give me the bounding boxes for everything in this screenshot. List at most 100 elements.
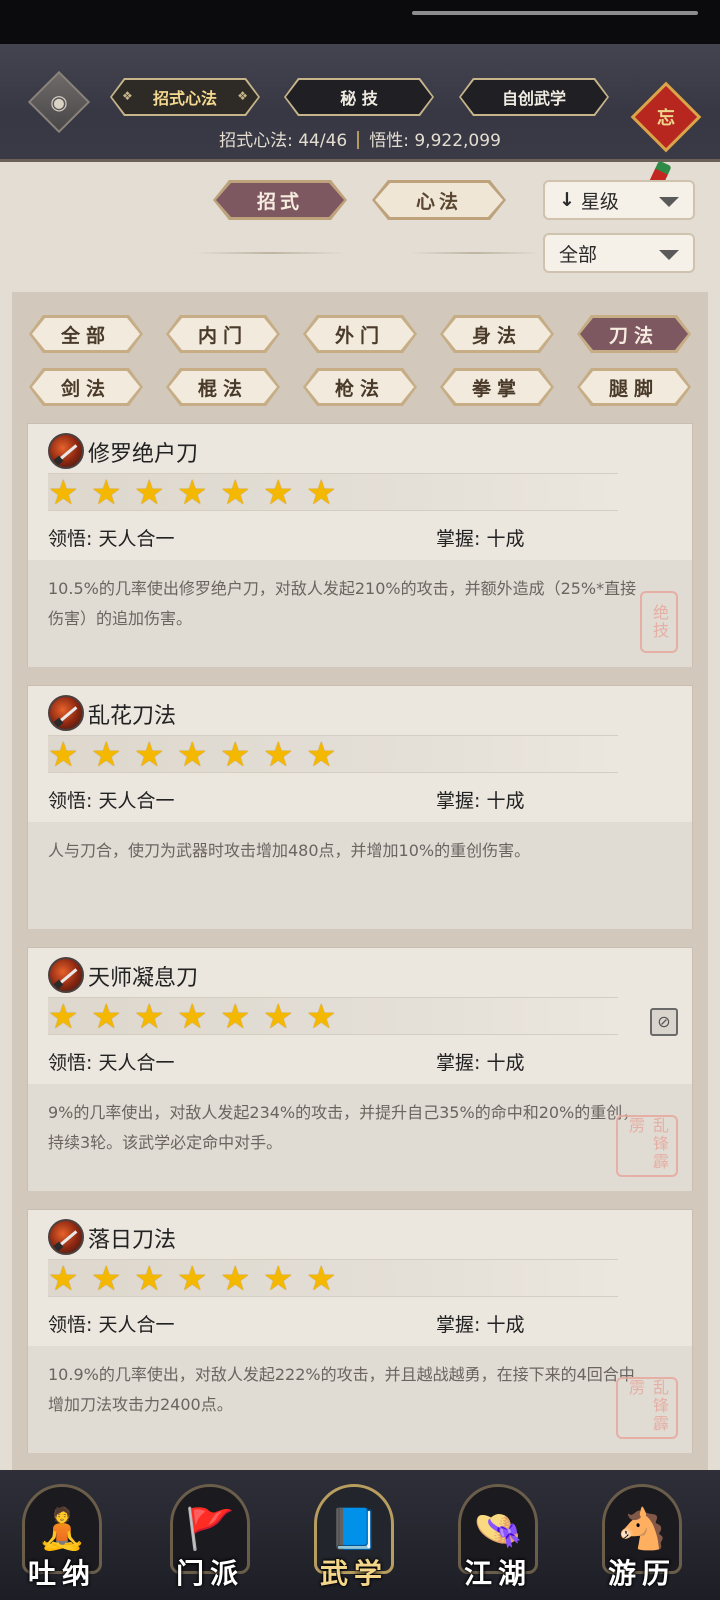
mastery-level: 掌握: 十成	[436, 790, 525, 812]
comprehension-level: 领悟: 天人合一	[48, 1314, 175, 1336]
star-icon: ★	[91, 735, 122, 775]
skill-name: 落日刀法	[88, 1228, 177, 1253]
nav-item[interactable]: 🧘 吐纳	[14, 1484, 110, 1594]
seal-stamp: 乱锋霹雳	[616, 1115, 678, 1177]
category-button[interactable]: 腿脚	[577, 368, 691, 406]
star-icon: ★	[48, 997, 79, 1037]
star-icon: ★	[91, 473, 122, 513]
nav-label: 游历	[607, 1557, 676, 1590]
star-icon: ★	[48, 473, 79, 513]
nav-label: 武学	[319, 1557, 388, 1590]
tab-secret-skills[interactable]: 秘 技	[284, 78, 434, 116]
status-pill	[412, 11, 698, 15]
tab-label: 自创武学	[501, 89, 566, 108]
subtab-moves[interactable]: 招式	[213, 180, 347, 220]
filter-value: 全部	[559, 243, 598, 266]
description-area: 9%的几率使出，对敌人发起234%的攻击，并提升自己35%的命中和20%的重创，…	[28, 1084, 692, 1191]
category-label: 枪法	[334, 377, 385, 400]
category-label: 剑法	[60, 377, 111, 400]
skill-card[interactable]: 乱花刀法 ★ ★ ★ ★ ★ ★ ★ 领悟: 天人合一 掌握: 十成 人与刀合，使刀为武器时攻击增加…	[27, 685, 693, 929]
star-icon: ★	[134, 997, 165, 1037]
nav-label: 吐纳	[27, 1557, 96, 1590]
nav-item[interactable]: 🚩 门派	[162, 1484, 258, 1594]
stats-line: 招式心法: 44/46 悟性: 9,922,099	[0, 126, 720, 151]
skill-description: 10.9%的几率使出，对敌人发起222%的攻击，并且越战越勇，在接下来的4回合中…	[48, 1365, 635, 1414]
star-rating: ★ ★ ★ ★ ★ ★ ★	[48, 997, 618, 1035]
divider	[195, 252, 345, 254]
hat-icon: 👒	[473, 1506, 523, 1553]
category-button[interactable]: 刀法	[577, 315, 691, 353]
star-icon: ★	[220, 1259, 251, 1299]
category-label: 棍法	[197, 377, 248, 400]
description-area: 10.9%的几率使出，对敌人发起222%的攻击，并且越战越勇，在接下来的4回合中…	[28, 1346, 692, 1453]
tab-moves-methods[interactable]: ❖ 招式心法 ❖	[110, 78, 260, 116]
sort-dropdown[interactable]: ↓ 星级	[543, 180, 695, 220]
star-icon: ★	[306, 473, 337, 513]
category-button[interactable]: 内门	[166, 315, 280, 353]
star-icon: ★	[306, 735, 337, 775]
star-icon: ★	[91, 1259, 122, 1299]
nav-item[interactable]: 👒 江湖	[450, 1484, 546, 1594]
category-button[interactable]: 枪法	[303, 368, 417, 406]
nav-item[interactable]: 📘 武学	[306, 1484, 402, 1594]
comprehension-level: 领悟: 天人合一	[48, 790, 175, 812]
saber-icon	[48, 957, 84, 993]
star-icon: ★	[306, 997, 337, 1037]
mastery-level: 掌握: 十成	[436, 528, 525, 550]
star-icon: ★	[48, 735, 79, 775]
skill-card[interactable]: 修罗绝户刀 ★ ★ ★ ★ ★ ★ ★ 领悟: 天人合一 掌握: 十成 10.5%的几率使出修罗绝户…	[27, 423, 693, 667]
nav-item[interactable]: 🐴 游历	[594, 1484, 690, 1594]
mastery-level: 掌握: 十成	[436, 1314, 525, 1336]
chevron-down-icon	[659, 197, 679, 207]
star-icon: ★	[177, 473, 208, 513]
eye-button[interactable]: ◉	[27, 70, 91, 134]
seal-stamp: 绝技	[640, 591, 678, 653]
stats-separator	[357, 131, 360, 149]
sort-value: 星级	[580, 190, 619, 213]
moves-count: 招式心法: 44/46	[219, 131, 348, 151]
star-icon: ★	[134, 473, 165, 513]
category-button[interactable]: 外门	[303, 315, 417, 353]
subtab-methods[interactable]: 心法	[372, 180, 506, 220]
star-icon: ★	[220, 473, 251, 513]
tab-self-created[interactable]: 自创武学	[459, 78, 609, 116]
saber-icon	[48, 695, 84, 731]
star-rating: ★ ★ ★ ★ ★ ★ ★	[48, 735, 618, 773]
seal-stamp: 乱锋霹雳	[616, 1377, 678, 1439]
divider	[410, 252, 540, 254]
saber-icon	[48, 433, 84, 469]
category-button[interactable]: 身法	[440, 315, 554, 353]
lock-icon[interactable]: ⊘	[650, 1008, 678, 1036]
star-rating: ★ ★ ★ ★ ★ ★ ★	[48, 473, 618, 511]
star-icon: ★	[263, 735, 294, 775]
skill-name: 乱花刀法	[88, 704, 177, 729]
filter-dropdown[interactable]: 全部	[543, 233, 695, 273]
category-label: 外门	[334, 324, 385, 347]
category-button[interactable]: 拳掌	[440, 368, 554, 406]
star-icon: ★	[91, 997, 122, 1037]
star-icon: ★	[177, 1259, 208, 1299]
monk-icon: 🧘	[37, 1506, 87, 1553]
category-button[interactable]: 全部	[29, 315, 143, 353]
star-icon: ★	[48, 1259, 79, 1299]
star-icon: ★	[263, 1259, 294, 1299]
skill-card[interactable]: 落日刀法 ★ ★ ★ ★ ★ ★ ★ 领悟: 天人合一 掌握: 十成 10.9%的几率使出，对敌人发…	[27, 1209, 693, 1453]
star-icon: ★	[134, 1259, 165, 1299]
description-area: 10.5%的几率使出修罗绝户刀，对敌人发起210%的攻击，并额外造成（25%*直…	[28, 560, 692, 667]
category-label: 刀法	[608, 324, 659, 347]
skill-card[interactable]: 天师凝息刀 ★ ★ ★ ★ ★ ★ ★ 领悟: 天人合一 掌握: 十成 9%的几率使出，对敌人发起2…	[27, 947, 693, 1191]
category-label: 内门	[197, 324, 248, 347]
category-button[interactable]: 剑法	[29, 368, 143, 406]
category-button[interactable]: 棍法	[166, 368, 280, 406]
skill-name: 天师凝息刀	[88, 966, 199, 991]
tab-label: 秘 技	[340, 89, 378, 108]
sort-direction-icon: ↓	[559, 189, 575, 211]
skill-description: 人与刀合，使刀为武器时攻击增加480点，并增加10%的重创伤害。	[48, 841, 531, 860]
description-area: 人与刀合，使刀为武器时攻击增加480点，并增加10%的重创伤害。	[28, 822, 692, 929]
category-label: 腿脚	[608, 377, 659, 400]
book-icon: 📘	[329, 1506, 379, 1553]
skill-description: 10.5%的几率使出修罗绝户刀，对敌人发起210%的攻击，并额外造成（25%*直…	[48, 579, 637, 628]
star-icon: ★	[177, 735, 208, 775]
category-label: 身法	[471, 324, 522, 347]
comprehension-level: 领悟: 天人合一	[48, 528, 175, 550]
